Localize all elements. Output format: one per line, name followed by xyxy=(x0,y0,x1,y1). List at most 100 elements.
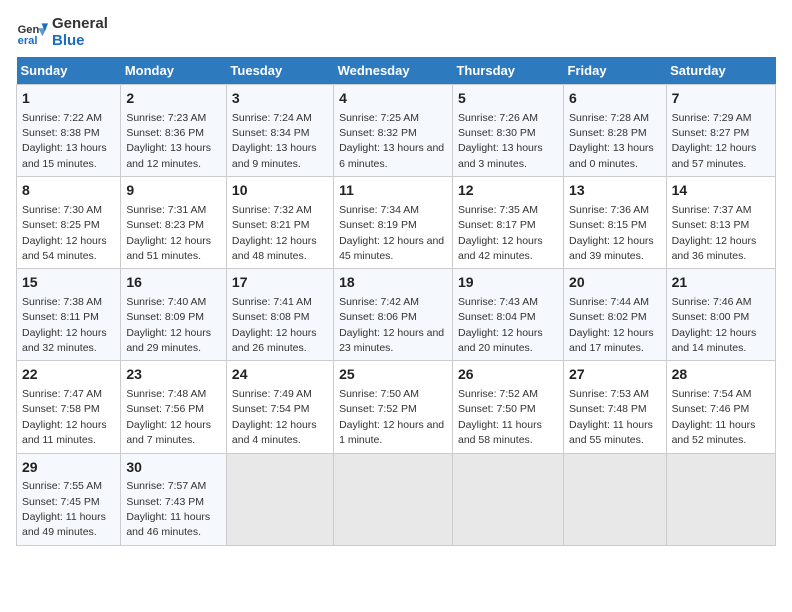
calendar-week-row: 15 Sunrise: 7:38 AM Sunset: 8:11 PM Dayl… xyxy=(17,269,776,361)
calendar-cell: 2 Sunrise: 7:23 AM Sunset: 8:36 PM Dayli… xyxy=(121,85,227,177)
sunset-text: Sunset: 8:21 PM xyxy=(232,219,310,231)
sunset-text: Sunset: 8:38 PM xyxy=(22,127,100,139)
daylight-text: Daylight: 12 hours and 57 minutes. xyxy=(672,142,757,169)
sunrise-text: Sunrise: 7:31 AM xyxy=(126,204,206,216)
calendar-week-row: 8 Sunrise: 7:30 AM Sunset: 8:25 PM Dayli… xyxy=(17,177,776,269)
calendar-cell xyxy=(452,453,563,545)
day-number: 17 xyxy=(232,273,328,293)
calendar-cell: 15 Sunrise: 7:38 AM Sunset: 8:11 PM Dayl… xyxy=(17,269,121,361)
sunrise-text: Sunrise: 7:57 AM xyxy=(126,480,206,492)
sunrise-text: Sunrise: 7:44 AM xyxy=(569,296,649,308)
day-header-sunday: Sunday xyxy=(17,57,121,85)
calendar-cell: 4 Sunrise: 7:25 AM Sunset: 8:32 PM Dayli… xyxy=(334,85,453,177)
calendar-cell xyxy=(564,453,667,545)
sunrise-text: Sunrise: 7:55 AM xyxy=(22,480,102,492)
calendar-cell: 3 Sunrise: 7:24 AM Sunset: 8:34 PM Dayli… xyxy=(226,85,333,177)
daylight-text: Daylight: 12 hours and 26 minutes. xyxy=(232,327,317,354)
calendar-cell: 30 Sunrise: 7:57 AM Sunset: 7:43 PM Dayl… xyxy=(121,453,227,545)
sunrise-text: Sunrise: 7:28 AM xyxy=(569,112,649,124)
day-number: 23 xyxy=(126,365,221,385)
calendar-cell: 11 Sunrise: 7:34 AM Sunset: 8:19 PM Dayl… xyxy=(334,177,453,269)
page-header: Gen eral General Blue xyxy=(16,16,776,49)
day-number: 1 xyxy=(22,89,115,109)
daylight-text: Daylight: 12 hours and 7 minutes. xyxy=(126,419,211,446)
sunset-text: Sunset: 8:23 PM xyxy=(126,219,204,231)
sunset-text: Sunset: 7:43 PM xyxy=(126,496,204,508)
sunrise-text: Sunrise: 7:50 AM xyxy=(339,388,419,400)
day-number: 5 xyxy=(458,89,558,109)
daylight-text: Daylight: 12 hours and 54 minutes. xyxy=(22,235,107,262)
day-header-thursday: Thursday xyxy=(452,57,563,85)
sunrise-text: Sunrise: 7:41 AM xyxy=(232,296,312,308)
calendar-cell: 28 Sunrise: 7:54 AM Sunset: 7:46 PM Dayl… xyxy=(666,361,775,453)
day-number: 30 xyxy=(126,458,221,478)
sunset-text: Sunset: 8:13 PM xyxy=(672,219,750,231)
sunset-text: Sunset: 8:17 PM xyxy=(458,219,536,231)
logo: Gen eral General Blue xyxy=(16,16,108,49)
sunrise-text: Sunrise: 7:48 AM xyxy=(126,388,206,400)
sunset-text: Sunset: 8:30 PM xyxy=(458,127,536,139)
sunset-text: Sunset: 8:06 PM xyxy=(339,311,417,323)
sunrise-text: Sunrise: 7:38 AM xyxy=(22,296,102,308)
day-number: 3 xyxy=(232,89,328,109)
daylight-text: Daylight: 13 hours and 9 minutes. xyxy=(232,142,317,169)
sunrise-text: Sunrise: 7:36 AM xyxy=(569,204,649,216)
day-number: 28 xyxy=(672,365,770,385)
day-number: 27 xyxy=(569,365,661,385)
logo-line1: General xyxy=(52,16,108,33)
sunrise-text: Sunrise: 7:34 AM xyxy=(339,204,419,216)
sunset-text: Sunset: 7:46 PM xyxy=(672,403,750,415)
daylight-text: Daylight: 12 hours and 32 minutes. xyxy=(22,327,107,354)
sunset-text: Sunset: 8:25 PM xyxy=(22,219,100,231)
sunset-text: Sunset: 8:00 PM xyxy=(672,311,750,323)
day-header-friday: Friday xyxy=(564,57,667,85)
sunrise-text: Sunrise: 7:40 AM xyxy=(126,296,206,308)
calendar-cell: 10 Sunrise: 7:32 AM Sunset: 8:21 PM Dayl… xyxy=(226,177,333,269)
calendar-week-row: 22 Sunrise: 7:47 AM Sunset: 7:58 PM Dayl… xyxy=(17,361,776,453)
day-header-monday: Monday xyxy=(121,57,227,85)
day-number: 18 xyxy=(339,273,447,293)
calendar-cell: 5 Sunrise: 7:26 AM Sunset: 8:30 PM Dayli… xyxy=(452,85,563,177)
day-header-wednesday: Wednesday xyxy=(334,57,453,85)
calendar-cell: 26 Sunrise: 7:52 AM Sunset: 7:50 PM Dayl… xyxy=(452,361,563,453)
calendar-cell xyxy=(226,453,333,545)
day-number: 9 xyxy=(126,181,221,201)
daylight-text: Daylight: 12 hours and 45 minutes. xyxy=(339,235,444,262)
calendar-cell: 23 Sunrise: 7:48 AM Sunset: 7:56 PM Dayl… xyxy=(121,361,227,453)
calendar-cell: 21 Sunrise: 7:46 AM Sunset: 8:00 PM Dayl… xyxy=(666,269,775,361)
daylight-text: Daylight: 12 hours and 42 minutes. xyxy=(458,235,543,262)
calendar-cell: 19 Sunrise: 7:43 AM Sunset: 8:04 PM Dayl… xyxy=(452,269,563,361)
sunrise-text: Sunrise: 7:54 AM xyxy=(672,388,752,400)
day-number: 25 xyxy=(339,365,447,385)
calendar-cell xyxy=(666,453,775,545)
day-number: 22 xyxy=(22,365,115,385)
calendar-cell: 13 Sunrise: 7:36 AM Sunset: 8:15 PM Dayl… xyxy=(564,177,667,269)
day-number: 14 xyxy=(672,181,770,201)
daylight-text: Daylight: 12 hours and 36 minutes. xyxy=(672,235,757,262)
sunset-text: Sunset: 8:09 PM xyxy=(126,311,204,323)
sunset-text: Sunset: 7:50 PM xyxy=(458,403,536,415)
sunset-text: Sunset: 8:11 PM xyxy=(22,311,99,323)
daylight-text: Daylight: 12 hours and 39 minutes. xyxy=(569,235,654,262)
day-number: 2 xyxy=(126,89,221,109)
daylight-text: Daylight: 11 hours and 49 minutes. xyxy=(22,511,106,538)
sunrise-text: Sunrise: 7:22 AM xyxy=(22,112,102,124)
calendar-header-row: SundayMondayTuesdayWednesdayThursdayFrid… xyxy=(17,57,776,85)
sunrise-text: Sunrise: 7:52 AM xyxy=(458,388,538,400)
day-number: 10 xyxy=(232,181,328,201)
daylight-text: Daylight: 12 hours and 1 minute. xyxy=(339,419,444,446)
day-number: 16 xyxy=(126,273,221,293)
day-number: 6 xyxy=(569,89,661,109)
calendar-cell: 8 Sunrise: 7:30 AM Sunset: 8:25 PM Dayli… xyxy=(17,177,121,269)
calendar-cell: 18 Sunrise: 7:42 AM Sunset: 8:06 PM Dayl… xyxy=(334,269,453,361)
daylight-text: Daylight: 11 hours and 55 minutes. xyxy=(569,419,653,446)
calendar-cell: 20 Sunrise: 7:44 AM Sunset: 8:02 PM Dayl… xyxy=(564,269,667,361)
day-header-saturday: Saturday xyxy=(666,57,775,85)
daylight-text: Daylight: 11 hours and 52 minutes. xyxy=(672,419,756,446)
sunrise-text: Sunrise: 7:32 AM xyxy=(232,204,312,216)
daylight-text: Daylight: 11 hours and 58 minutes. xyxy=(458,419,542,446)
day-number: 12 xyxy=(458,181,558,201)
daylight-text: Daylight: 12 hours and 4 minutes. xyxy=(232,419,317,446)
sunset-text: Sunset: 7:52 PM xyxy=(339,403,417,415)
day-header-tuesday: Tuesday xyxy=(226,57,333,85)
